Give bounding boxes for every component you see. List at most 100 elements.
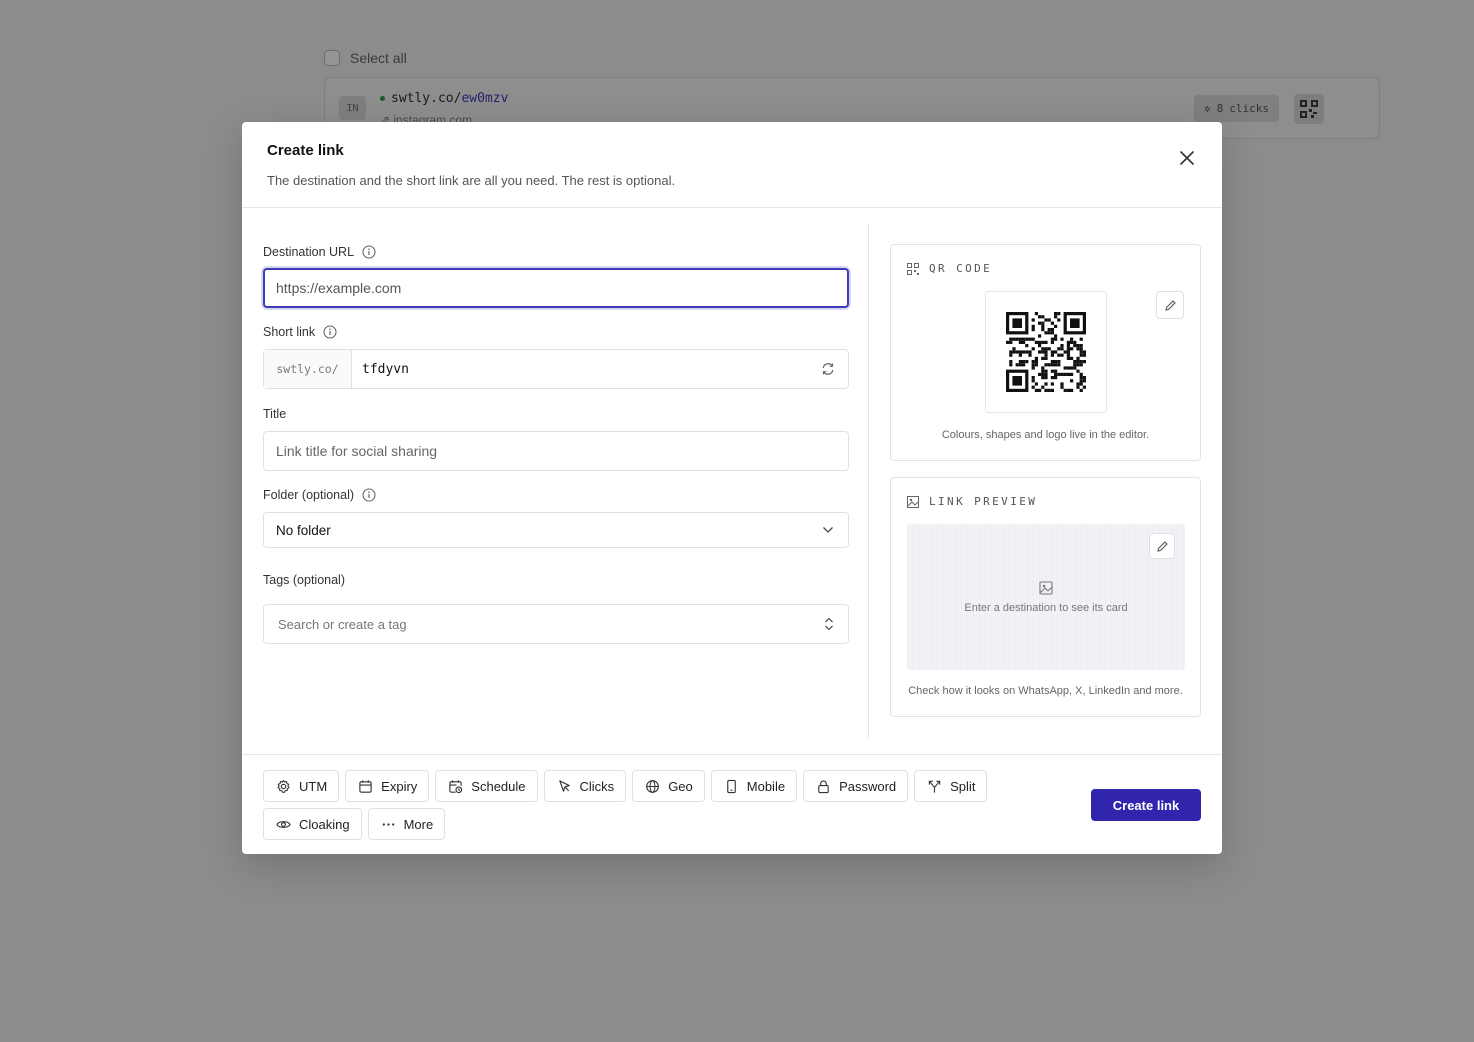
select-all-label: Select all <box>350 50 407 66</box>
modal-footer: UTM Expiry Schedule Clicks Geo Mobile Pa… <box>242 754 1222 854</box>
option-utm-button[interactable]: UTM <box>263 770 340 802</box>
option-expiry-button[interactable]: Expiry <box>345 770 430 802</box>
option-cloaking-button[interactable]: Cloaking <box>263 808 362 840</box>
edit-preview-button[interactable] <box>1149 533 1175 559</box>
split-icon <box>928 780 941 793</box>
calendar-icon <box>359 779 372 793</box>
short-url-domain: swtly.co/ <box>391 91 462 106</box>
option-more-button[interactable]: More <box>367 808 446 840</box>
short-link-slug-input[interactable]: tfdyvn <box>352 350 808 388</box>
option-split-label: Split <box>950 778 976 794</box>
option-mobile-label: Mobile <box>746 778 786 794</box>
tags-combobox[interactable]: Search or create a tag <box>263 604 849 644</box>
option-schedule-button[interactable]: Schedule <box>435 770 538 802</box>
title-label: Title <box>263 407 287 421</box>
clicks-count: 8 <box>1216 102 1224 115</box>
option-clicks-label: Clicks <box>579 778 615 794</box>
qr-code-graphic <box>1006 312 1086 392</box>
short-link-domain[interactable]: swtly.co/ <box>264 350 352 388</box>
link-preview-heading-row: LINK PREVIEW <box>907 495 1037 508</box>
create-link-modal: Create link The destination and the shor… <box>242 122 1222 854</box>
qr-code-heading-row: QR CODE <box>907 262 992 275</box>
cursor-icon <box>558 779 570 792</box>
pencil-icon <box>1156 540 1168 552</box>
option-mobile-button[interactable]: Mobile <box>710 770 798 802</box>
column-divider <box>868 224 869 738</box>
destination-url-input[interactable]: https://example.com <box>263 268 849 308</box>
short-link-label-row: Short link <box>263 324 849 340</box>
title-placeholder: Link title for social sharing <box>276 443 438 459</box>
preview-empty-text: Enter a destination to see its card <box>964 601 1128 614</box>
close-button[interactable] <box>1176 147 1198 169</box>
chevron-up-down-icon <box>825 617 833 631</box>
destination-label-row: Destination URL <box>263 244 849 260</box>
qr-code-card: QR CODE Colours, shapes and logo live in… <box>890 244 1201 461</box>
short-link-field: swtly.co/ tfdyvn <box>263 349 849 389</box>
globe-icon <box>646 779 660 793</box>
status-dot <box>380 96 385 101</box>
form-column: Destination URL https://example.com Shor… <box>263 224 849 644</box>
option-expiry-label: Expiry <box>381 778 418 794</box>
tags-label: Tags (optional) <box>263 573 345 587</box>
qr-caption: Colours, shapes and logo live in the edi… <box>941 429 1150 441</box>
modal-header: Create link The destination and the shor… <box>242 122 1222 208</box>
destination-label: Destination URL <box>263 245 355 259</box>
short-url[interactable]: swtly.co/ew0mzv <box>380 91 508 106</box>
gear-icon <box>277 779 290 793</box>
select-all-checkbox[interactable] <box>324 50 340 66</box>
image-icon <box>907 495 919 508</box>
eye-icon <box>276 820 291 828</box>
info-icon[interactable] <box>362 245 376 259</box>
qr-icon <box>1300 100 1318 118</box>
link-preview-heading: LINK PREVIEW <box>929 495 1038 508</box>
short-url-slug: ew0mzv <box>461 91 509 106</box>
option-geo-button[interactable]: Geo <box>632 770 705 802</box>
qr-thumb-button[interactable] <box>1294 94 1324 124</box>
sparkle-icon: ✲ <box>1204 102 1211 115</box>
info-icon[interactable] <box>323 325 337 339</box>
pencil-icon <box>1164 299 1176 311</box>
option-clicks-button[interactable]: Clicks <box>543 770 627 802</box>
preview-caption: Check how it looks on WhatsApp, X, Linke… <box>908 685 1183 697</box>
image-icon <box>1039 580 1053 595</box>
folder-label-row: Folder (optional) <box>263 487 849 503</box>
calendar-clock-icon <box>449 779 463 793</box>
create-link-button[interactable]: Create link <box>1091 789 1201 821</box>
option-geo-label: Geo <box>668 778 693 794</box>
folder-label: Folder (optional) <box>263 488 355 502</box>
info-icon[interactable] <box>362 488 376 502</box>
title-label-row: Title <box>263 406 849 422</box>
option-more-label: More <box>403 816 434 832</box>
option-split-button[interactable]: Split <box>914 770 988 802</box>
destination-url-placeholder: https://example.com <box>276 280 402 296</box>
clicks-label: clicks <box>1229 102 1269 115</box>
qr-code-image <box>985 291 1107 413</box>
short-link-label: Short link <box>263 325 316 339</box>
folder-value: No folder <box>276 522 331 538</box>
tags-placeholder: Search or create a tag <box>278 616 407 632</box>
more-icon <box>382 822 394 826</box>
phone-icon <box>726 779 736 793</box>
favicon-avatar: IN <box>339 96 366 120</box>
option-password-label: Password <box>839 778 897 794</box>
option-schedule-label: Schedule <box>471 778 526 794</box>
chevron-down-icon <box>823 527 833 533</box>
close-icon <box>1180 151 1194 165</box>
edit-qr-button[interactable] <box>1156 291 1184 319</box>
option-password-button[interactable]: Password <box>803 770 909 802</box>
side-panel: QR CODE Colours, shapes and logo live in… <box>890 244 1201 717</box>
tags-label-row: Tags (optional) <box>263 572 849 588</box>
title-input[interactable]: Link title for social sharing <box>263 431 849 471</box>
lock-icon <box>818 779 829 793</box>
option-cloaking-label: Cloaking <box>299 816 350 832</box>
regenerate-slug-button[interactable] <box>808 350 848 388</box>
folder-select[interactable]: No folder <box>263 512 849 548</box>
link-preview-placeholder: Enter a destination to see its card <box>907 524 1185 670</box>
modal-description: The destination and the short link are a… <box>267 173 676 188</box>
qr-icon <box>907 262 919 275</box>
select-all[interactable]: Select all <box>324 50 407 66</box>
refresh-icon <box>822 363 834 375</box>
clicks-badge[interactable]: ✲ 8 clicks <box>1194 95 1279 122</box>
option-utm-label: UTM <box>299 778 328 794</box>
qr-code-heading: QR CODE <box>929 262 993 275</box>
